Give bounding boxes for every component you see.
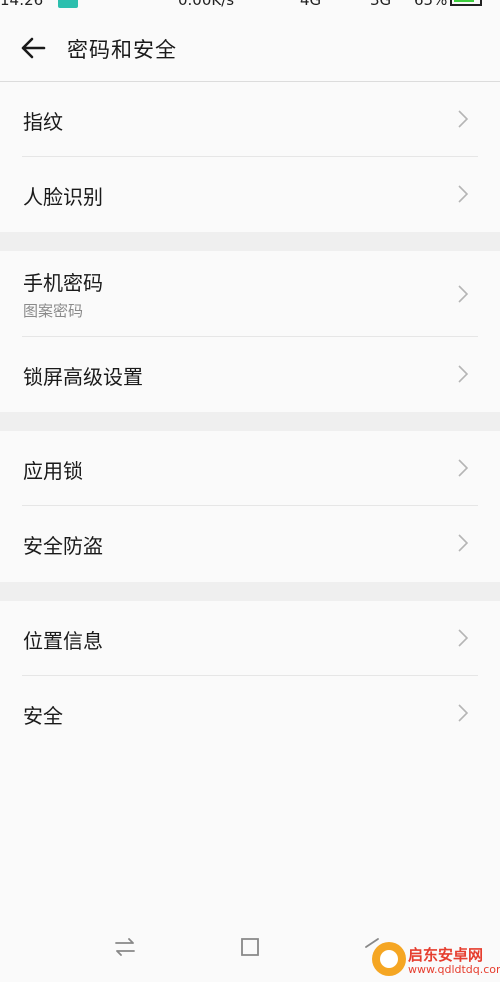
chevron-right-icon (458, 285, 468, 303)
settings-group-app-security: 应用锁 安全防盗 (0, 431, 500, 581)
status-time: 14:26 (0, 0, 44, 9)
group-divider (0, 412, 500, 431)
chevron-right-icon (458, 365, 468, 383)
home-square-icon[interactable] (238, 935, 262, 959)
settings-item-face-recognition[interactable]: 人脸识别 (22, 157, 478, 232)
battery-icon (450, 0, 482, 6)
signal-4g: 4G (300, 0, 322, 9)
settings-group-lock: 手机密码 图案密码 锁屏高级设置 (0, 251, 500, 412)
watermark-url: www.qdldtdq.com (408, 963, 500, 976)
settings-item-label: 安全防盗 (23, 534, 103, 558)
chevron-right-icon (458, 629, 468, 647)
status-bar: 14:26 0.00K/s 4G 3G 65% (0, 0, 500, 14)
chevron-right-icon (458, 704, 468, 722)
watermark-logo-icon (372, 942, 406, 976)
settings-item-label: 指纹 (23, 110, 63, 134)
settings-item-fingerprint[interactable]: 指纹 (22, 82, 478, 157)
signal-3g: 3G (370, 0, 392, 9)
settings-item-sublabel: 图案密码 (23, 302, 84, 320)
settings-item-security[interactable]: 安全 (22, 676, 478, 751)
settings-item-lockscreen-advanced[interactable]: 锁屏高级设置 (22, 337, 478, 412)
settings-item-label: 人脸识别 (23, 185, 103, 209)
network-speed: 0.00K/s (178, 0, 235, 9)
page-title: 密码和安全 (67, 38, 177, 62)
notification-icon (58, 0, 78, 8)
chevron-right-icon (458, 110, 468, 128)
group-divider (0, 582, 500, 601)
settings-group-biometrics: 指纹 人脸识别 (0, 82, 500, 232)
settings-item-app-lock[interactable]: 应用锁 (22, 431, 478, 506)
settings-group-location: 位置信息 安全 (0, 601, 500, 751)
watermark: 启东安卓网 www.qdldtdq.com (370, 936, 500, 982)
chevron-right-icon (458, 459, 468, 477)
settings-item-location[interactable]: 位置信息 (22, 601, 478, 676)
chevron-right-icon (458, 185, 468, 203)
settings-item-anti-theft[interactable]: 安全防盗 (22, 506, 478, 581)
app-bar: 密码和安全 (0, 14, 500, 82)
settings-item-label: 位置信息 (23, 629, 103, 653)
settings-item-phone-password[interactable]: 手机密码 图案密码 (22, 251, 478, 337)
group-divider (0, 232, 500, 251)
back-arrow-icon[interactable] (20, 36, 46, 60)
watermark-title: 启东安卓网 (408, 946, 484, 964)
settings-item-label: 应用锁 (23, 459, 83, 483)
settings-item-label: 手机密码 (23, 271, 103, 295)
settings-item-label: 安全 (23, 704, 63, 728)
switch-arrows-icon[interactable] (113, 935, 137, 959)
settings-item-label: 锁屏高级设置 (23, 365, 143, 389)
battery-level: 65% (414, 0, 448, 9)
chevron-right-icon (458, 534, 468, 552)
